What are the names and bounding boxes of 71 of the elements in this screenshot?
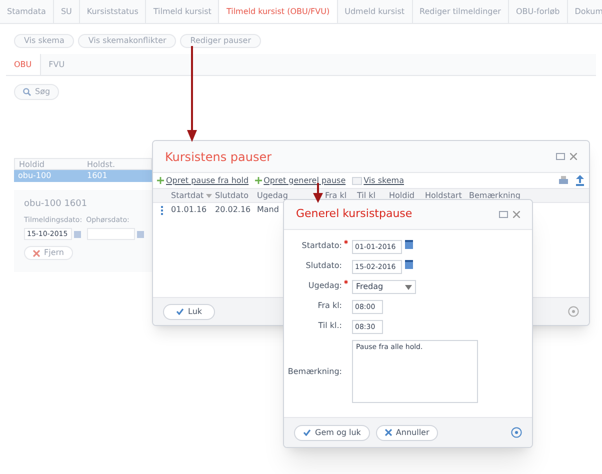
tab[interactable]: Tilmeld kursist (OBU/FVU)	[219, 0, 338, 23]
cancel-button[interactable]: Annuller	[376, 424, 438, 440]
dropdown-value: Fredag	[356, 281, 384, 293]
tab[interactable]: Rediger tilmeldinger	[412, 0, 509, 23]
close-icon	[384, 429, 392, 436]
tab[interactable]: SU	[54, 0, 80, 23]
field-label: Ugedag:	[308, 280, 342, 292]
tab[interactable]: Kursiststatus	[80, 0, 146, 23]
column-header[interactable]: Slutdato	[215, 190, 249, 202]
column-header[interactable]: Fra kl	[325, 190, 347, 202]
toolbar-button[interactable]: Vis skema	[14, 34, 74, 48]
field-label: Startdato:	[302, 240, 342, 252]
plus-icon	[254, 177, 262, 184]
close-icon[interactable]	[513, 211, 520, 218]
dropdown[interactable]: Fredag	[352, 280, 416, 294]
table-cell: 01.01.16	[171, 204, 207, 216]
column-header[interactable]: Ugedag	[257, 190, 288, 202]
action-link[interactable]: Opret generel pause	[264, 174, 346, 186]
maximize-icon[interactable]	[556, 153, 565, 160]
table-cell: Mand	[257, 204, 279, 216]
calendar-icon[interactable]	[405, 260, 413, 269]
save-button[interactable]: Gem og luk	[294, 424, 370, 440]
column-header: Holdid	[18, 159, 46, 169]
calendar-icon	[352, 176, 362, 184]
column-header[interactable]: Startdat	[171, 190, 204, 202]
column-header[interactable]: Holdstart	[425, 190, 462, 202]
calendar-icon[interactable]	[74, 230, 81, 238]
panel-title: obu-100 1601	[24, 198, 88, 211]
dialog-title: Generel kursistpause	[296, 206, 414, 222]
action-link[interactable]: Opret pause fra hold	[166, 174, 249, 186]
print-icon[interactable]	[558, 176, 569, 186]
tab[interactable]: Udmeld kursist	[338, 0, 413, 23]
field-label: Slutdato:	[306, 260, 342, 272]
required-icon	[344, 240, 348, 244]
check-icon	[303, 429, 311, 436]
field-label: Til kl.:	[318, 320, 342, 332]
table-cell-text: obu-100	[17, 170, 52, 182]
field-label: Bemærkning:	[288, 366, 342, 378]
dialog-title: Kursistens pauser	[165, 148, 273, 166]
export-icon[interactable]	[575, 175, 585, 186]
toolbar-button[interactable]: Vis skemakonflikter	[78, 34, 176, 48]
required-icon	[344, 280, 348, 284]
caret-icon	[405, 284, 412, 290]
field-label: Fra kl:	[318, 300, 342, 312]
close-button[interactable]: Luk	[163, 304, 216, 320]
column-header[interactable]: Bemærkning	[469, 190, 520, 202]
close-icon[interactable]	[570, 153, 577, 160]
tab[interactable]: Stamdata	[0, 0, 54, 23]
maximize-icon[interactable]	[499, 211, 508, 218]
arrow	[313, 183, 323, 203]
search-button[interactable]: Søg	[14, 84, 60, 100]
tab[interactable]: OBU-forløb	[508, 0, 568, 23]
check-icon	[176, 308, 184, 315]
calendar-icon[interactable]	[405, 240, 413, 249]
plus-icon	[157, 177, 164, 184]
tab[interactable]: FVU	[40, 54, 73, 75]
column-header[interactable]: Holdid	[389, 190, 415, 202]
date-field[interactable]	[87, 228, 135, 240]
remove-icon	[33, 250, 40, 256]
table-cell: 20.02.16	[215, 204, 251, 216]
column-header[interactable]: Til kl	[357, 190, 376, 202]
sort-icon	[206, 194, 212, 198]
calendar-icon[interactable]	[137, 230, 144, 238]
search-icon	[23, 88, 31, 96]
tab[interactable]: Dokum	[568, 0, 602, 23]
tab[interactable]: OBU	[6, 54, 41, 75]
toolbar-button[interactable]: Rediger pauser	[180, 34, 261, 48]
column-header: Holdst.	[86, 159, 116, 169]
action-link[interactable]: Vis skema	[364, 174, 404, 186]
remove-button[interactable]: Fjern	[24, 246, 73, 260]
table-cell-text: 1601	[86, 170, 108, 182]
